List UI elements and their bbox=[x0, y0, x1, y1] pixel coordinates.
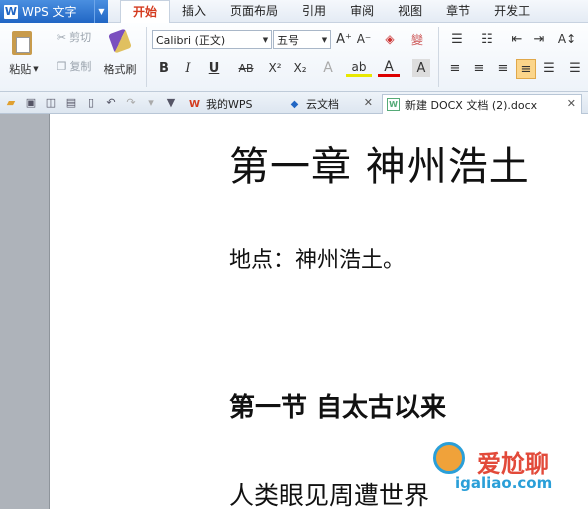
wps-logo-icon: W bbox=[4, 4, 18, 19]
watermark-logo-icon bbox=[433, 442, 465, 474]
clear-format-icon[interactable]: ◈ bbox=[380, 30, 400, 48]
print-preview-icon[interactable]: ◫ bbox=[44, 95, 58, 109]
tab-label: 我的WPS bbox=[206, 98, 253, 111]
paste-label: 粘贴 bbox=[9, 63, 32, 76]
ribbon-separator bbox=[438, 27, 439, 87]
align-center-icon[interactable]: ≡ bbox=[470, 59, 488, 77]
location-paragraph: 地点：神州浩土。 bbox=[229, 248, 406, 273]
redo-icon[interactable]: ↷ bbox=[124, 95, 138, 109]
format-painter-icon[interactable] bbox=[108, 28, 132, 54]
tab-view[interactable]: 视图 bbox=[386, 0, 434, 23]
highlight-icon[interactable]: ab bbox=[346, 59, 372, 77]
font-color-icon[interactable]: A bbox=[378, 59, 400, 77]
app-menu-dropdown-icon[interactable]: ▼ bbox=[94, 0, 108, 23]
tab-my-wps[interactable]: W 我的WPS bbox=[184, 94, 280, 114]
cut-label: 剪切 bbox=[69, 31, 92, 44]
tab-label: 云文档 bbox=[306, 98, 339, 111]
bullet-list-icon[interactable]: ☰ bbox=[444, 30, 470, 48]
print-icon[interactable]: ▤ bbox=[64, 95, 78, 109]
tab-label: 新建 DOCX 文档 (2).docx bbox=[405, 98, 538, 112]
char-shading-icon[interactable]: A bbox=[412, 59, 430, 77]
bold-button[interactable]: B bbox=[156, 59, 172, 77]
section-heading: 第一节 自太古以来 bbox=[229, 393, 447, 423]
font-size-value: 五号 bbox=[277, 33, 299, 47]
body-paragraph: 人类眼见周遭世界 bbox=[229, 481, 430, 509]
distributed-align-icon[interactable]: ☰ bbox=[540, 59, 558, 77]
font-name-select[interactable]: Calibri (正文) ▼ bbox=[152, 30, 272, 49]
copy-icon: ❐ bbox=[56, 59, 67, 73]
tab-home[interactable]: 开始 bbox=[120, 0, 171, 24]
text-effect-icon[interactable]: A bbox=[320, 59, 336, 77]
tab-section[interactable]: 章节 bbox=[434, 0, 482, 23]
docx-file-icon: W bbox=[387, 98, 400, 111]
font-name-dropdown-icon: ▼ bbox=[262, 35, 269, 44]
save-icon[interactable]: ▣ bbox=[24, 95, 38, 109]
increase-indent-icon[interactable]: ⇥ bbox=[530, 30, 548, 48]
document-page[interactable]: 第一章 神州浩土 地点：神州浩土。 第一节 自太古以来 人类眼见周遭世界 爱尬聊… bbox=[51, 114, 588, 509]
font-name-value: Calibri (正文) bbox=[156, 33, 226, 47]
superscript-button[interactable]: X² bbox=[265, 59, 285, 77]
ribbon: 粘贴 ▼ ✂ 剪切 ❐ 复制 格式刷 Calibri (正文) ▼ 五号 ▼ A⁺ A… bbox=[0, 23, 588, 92]
numbered-list-icon[interactable]: ☷ bbox=[474, 30, 500, 48]
wps-tab-icon: W bbox=[188, 98, 201, 110]
decrease-indent-icon[interactable]: ⇤ bbox=[508, 30, 526, 48]
grow-font-icon[interactable]: A⁺ bbox=[336, 30, 352, 48]
watermark-url: igaliao.com bbox=[455, 474, 553, 492]
format-painter-button[interactable]: 格式刷 bbox=[100, 61, 140, 77]
export-pdf-icon[interactable]: ▯ bbox=[84, 95, 98, 109]
app-name: WPS 文字 bbox=[22, 5, 77, 19]
tab-developer[interactable]: 开发工 bbox=[482, 0, 542, 23]
align-right-icon[interactable]: ≡ bbox=[494, 59, 512, 77]
menu-tabs: 开始 插入 页面布局 引用 审阅 视图 章节 开发工 bbox=[120, 0, 542, 24]
cloud-cube-icon: ◆ bbox=[290, 98, 299, 110]
tab-page-layout[interactable]: 页面布局 bbox=[218, 0, 290, 23]
paste-icon[interactable] bbox=[10, 29, 34, 57]
paste-button[interactable]: 粘贴 ▼ bbox=[4, 61, 44, 77]
open-folder-icon[interactable]: ▰ bbox=[4, 95, 18, 109]
copy-button[interactable]: ❐ 复制 bbox=[50, 58, 98, 74]
strikethrough-button[interactable]: AB bbox=[231, 59, 261, 77]
shrink-font-icon[interactable]: A⁻ bbox=[356, 30, 372, 48]
watermark: 爱尬聊 igaliao.com bbox=[427, 434, 587, 509]
scissors-icon: ✂ bbox=[56, 30, 67, 44]
underline-button[interactable]: U bbox=[203, 59, 225, 77]
tab-insert[interactable]: 插入 bbox=[170, 0, 218, 23]
copy-label: 复制 bbox=[69, 60, 92, 73]
font-size-select[interactable]: 五号 ▼ bbox=[273, 30, 331, 49]
redo-dropdown-icon[interactable]: ▾ bbox=[144, 95, 158, 109]
page-margin-area bbox=[0, 114, 50, 509]
justify-icon[interactable]: ≡ bbox=[516, 59, 536, 79]
font-size-dropdown-icon: ▼ bbox=[321, 35, 328, 44]
tab-references[interactable]: 引用 bbox=[290, 0, 338, 23]
subscript-button[interactable]: X₂ bbox=[290, 59, 310, 77]
app-menu-button[interactable]: W WPS 文字 ▼ bbox=[0, 0, 108, 23]
line-spacing-icon[interactable]: ☰ bbox=[566, 59, 584, 77]
cut-button[interactable]: ✂ 剪切 bbox=[50, 29, 98, 45]
close-icon[interactable]: ✕ bbox=[364, 96, 373, 109]
italic-button[interactable]: I bbox=[180, 59, 196, 77]
text-direction-icon[interactable]: A↕ bbox=[554, 30, 580, 48]
chapter-heading: 第一章 神州浩土 bbox=[229, 144, 530, 190]
close-icon[interactable]: ✕ bbox=[567, 97, 576, 110]
tab-current-document[interactable]: W 新建 DOCX 文档 (2).docx ✕ bbox=[382, 94, 582, 114]
undo-icon[interactable]: ↶ bbox=[104, 95, 118, 109]
phonetic-guide-icon[interactable]: 變 bbox=[404, 30, 430, 48]
ribbon-separator bbox=[146, 27, 147, 87]
tab-cloud-docs[interactable]: ◆ 云文档 ✕ bbox=[284, 94, 378, 114]
align-left-icon[interactable]: ≡ bbox=[446, 59, 464, 77]
document-tab-strip: ▰ ▣ ◫ ▤ ▯ ↶ ↷ ▾ ▼ W 我的WPS ◆ 云文档 ✕ W 新建 D… bbox=[0, 92, 588, 114]
menu-bar: W WPS 文字 ▼ 开始 插入 页面布局 引用 审阅 视图 章节 开发工 bbox=[0, 0, 588, 24]
customize-toolbar-icon[interactable]: ▼ bbox=[164, 95, 178, 109]
tab-review[interactable]: 审阅 bbox=[338, 0, 386, 23]
